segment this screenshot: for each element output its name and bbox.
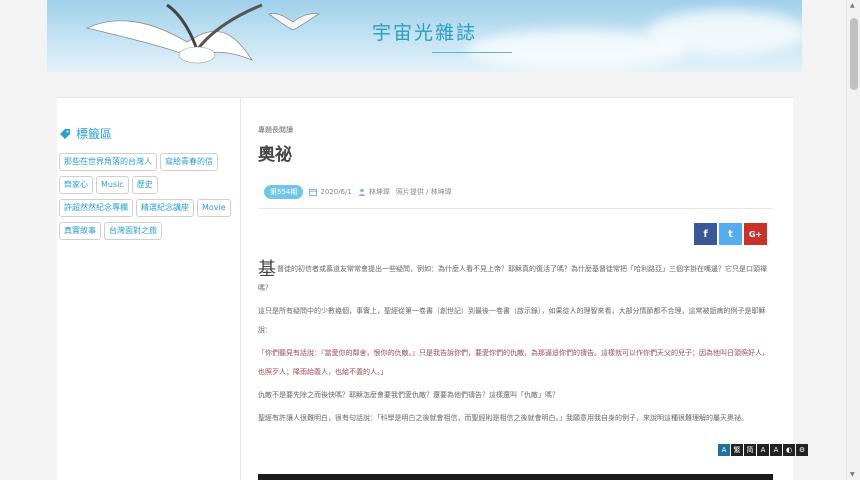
twitter-share-button[interactable]: t xyxy=(719,223,742,245)
tags-heading: 標籤區 xyxy=(59,125,112,142)
share-buttons: f t G+ xyxy=(694,223,767,245)
article-body: 基督徒的初信者或慕道友常常會提出一些疑問，例如：為什麼人看不見上帝？耶穌真的復活… xyxy=(258,260,773,432)
contrast-button[interactable]: ◐ xyxy=(783,444,795,456)
paragraph: 仇敵不是要先除之而後快嗎？耶穌怎麼會要我們愛仇敵？還要為他們禱告？這樣還叫「仇敵… xyxy=(258,391,559,399)
traditional-chinese-button[interactable]: 繁 xyxy=(731,444,743,456)
tag-link[interactable]: Music xyxy=(96,176,129,194)
drop-cap: 基 xyxy=(258,259,276,280)
google-plus-share-button[interactable]: G+ xyxy=(744,223,767,245)
author-meta: 林坤瑋 xyxy=(358,187,390,197)
site-banner: 宇宙光雜誌 xyxy=(47,0,802,72)
settings-button[interactable]: ⚙ xyxy=(796,444,808,456)
site-title[interactable]: 宇宙光雜誌 xyxy=(47,18,802,45)
article-author[interactable]: 林坤瑋 xyxy=(369,187,390,197)
article: 專題長閱讀 奧祕 第554期 2020/6/1 林坤瑋 照片提供 / 林坤瑋 f… xyxy=(258,98,788,480)
video-embed[interactable] xyxy=(258,474,773,480)
article-title: 奧祕 xyxy=(258,145,292,165)
photo-credit: 照片提供 / 林坤瑋 xyxy=(395,188,452,196)
page-content: 標籤區 那些在世界角落的台灣人 寫給青春的信 齊家心 Music 歷史 許超然然… xyxy=(57,97,793,480)
user-icon xyxy=(358,188,366,196)
facebook-share-button[interactable]: f xyxy=(694,223,717,245)
simplified-chinese-button[interactable]: 简 xyxy=(744,444,756,456)
scroll-up-icon[interactable]: ▲ xyxy=(850,2,855,9)
tag-link[interactable]: 齊家心 xyxy=(59,176,93,194)
paragraph: 基督徒的初信者或慕道友常常會提出一些疑問，例如：為什麼人看不見上帝？耶穌真的復活… xyxy=(258,260,773,298)
tag-link[interactable]: Movie xyxy=(197,199,231,217)
tag-link[interactable]: 精選紀念講座 xyxy=(136,199,194,217)
scroll-down-icon[interactable]: ▼ xyxy=(850,471,855,478)
article-category[interactable]: 專題長閱讀 xyxy=(258,125,293,135)
font-size-button[interactable]: A xyxy=(718,444,730,456)
tag-link[interactable]: 寫給青春的信 xyxy=(160,153,218,171)
tag-link[interactable]: 真實故事 xyxy=(59,222,101,240)
tag-link[interactable]: 許超然然紀念專欄 xyxy=(59,199,133,217)
scrollbar-thumb[interactable] xyxy=(850,18,858,90)
page-scrollbar[interactable]: ▲ ▼ xyxy=(846,0,860,480)
font-increase-button[interactable]: A xyxy=(757,444,769,456)
tag-link[interactable]: 台灣面對之旅 xyxy=(104,222,162,240)
quote-paragraph: 「你們聽見有話說：『當愛你的鄰舍，恨你的仇敵。』只是我告訴你們，要愛你們的仇敵，… xyxy=(258,349,769,376)
accessibility-toolbar: A 繁 简 A A ◐ ⚙ xyxy=(718,444,808,456)
paragraph-text: 督徒的初信者或慕道友常常會提出一些疑問，例如：為什麼人看不見上帝？耶穌真的復活了… xyxy=(258,265,767,292)
meta-divider xyxy=(258,208,773,209)
font-decrease-button[interactable]: A xyxy=(770,444,782,456)
date-meta: 2020/6/1 xyxy=(309,188,352,196)
tags-heading-label: 標籤區 xyxy=(76,127,113,141)
sidebar: 標籤區 那些在世界角落的台灣人 寫給青春的信 齊家心 Music 歷史 許超然然… xyxy=(57,98,241,480)
tag-link[interactable]: 那些在世界角落的台灣人 xyxy=(59,153,157,171)
issue-badge[interactable]: 第554期 xyxy=(264,185,304,199)
tag-link[interactable]: 歷史 xyxy=(131,176,158,194)
article-meta: 第554期 2020/6/1 林坤瑋 照片提供 / 林坤瑋 xyxy=(264,185,452,199)
paragraph: 聖經有許讓人很難明白，很有句話說：「科學是明白之後就會相信，而聖經則是相信之後就… xyxy=(258,414,748,422)
article-date: 2020/6/1 xyxy=(320,188,352,196)
title-underline xyxy=(432,52,512,53)
tag-list: 那些在世界角落的台灣人 寫給青春的信 齊家心 Music 歷史 許超然然紀念專欄… xyxy=(59,153,231,240)
tag-icon xyxy=(60,128,70,139)
paragraph: 這只是所有疑問中的少數幾個，事實上，聖經從第一卷書（創世記）到最後一卷書（啟示錄… xyxy=(258,307,766,334)
calendar-icon xyxy=(309,189,318,196)
